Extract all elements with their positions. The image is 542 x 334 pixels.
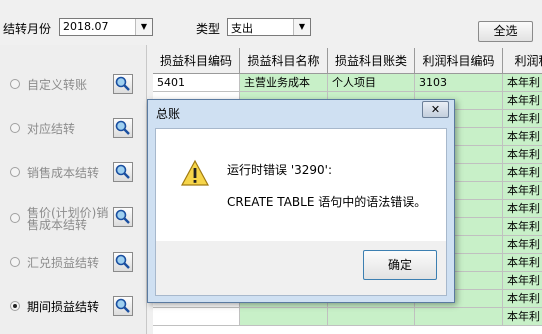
grid-cell[interactable]: 个人项目	[328, 74, 415, 92]
error-message-text: CREATE TABLE 语句中的语法错误。	[227, 195, 427, 209]
ok-button[interactable]: 确定	[363, 250, 437, 280]
close-icon: ✕	[430, 103, 441, 116]
grid-cell[interactable]: 本年利	[503, 128, 542, 146]
magnifier-icon	[115, 209, 130, 224]
chevron-down-icon[interactable]: ▼	[135, 19, 152, 35]
search-button[interactable]	[113, 74, 133, 94]
grid-cell[interactable]: 本年利	[503, 308, 542, 326]
type-combo[interactable]: 支出 ▼	[227, 18, 311, 36]
period-combo[interactable]: 2018.07 ▼	[59, 18, 153, 36]
search-button[interactable]	[113, 296, 133, 316]
grid-cell[interactable]	[240, 308, 328, 326]
grid-cell[interactable]: 本年利	[503, 200, 542, 218]
grid-cell[interactable]: 本年利	[503, 254, 542, 272]
radio-button[interactable]	[10, 213, 20, 223]
radio-button[interactable]	[10, 301, 20, 311]
error-code-text: 运行时错误 '3290':	[227, 163, 332, 177]
period-label: 结转月份	[3, 22, 52, 36]
type-label: 类型	[196, 22, 221, 36]
magnifier-icon	[115, 298, 130, 313]
grid-cell[interactable]: 本年利	[503, 110, 542, 128]
option-label: 期间损益结转	[27, 300, 100, 314]
grid-cell[interactable]	[153, 308, 240, 326]
dialog-footer: 确定	[156, 241, 446, 295]
magnifier-icon	[115, 76, 130, 91]
option-label: 销售成本结转	[27, 166, 100, 180]
grid-cell[interactable]: 3103	[415, 74, 503, 92]
grid-cell[interactable]: 本年利	[503, 164, 542, 182]
radio-button[interactable]	[10, 257, 20, 267]
chevron-down-icon[interactable]: ▼	[293, 19, 310, 35]
dialog-title: 总账	[156, 107, 181, 121]
option-label: 汇兑损益结转	[27, 256, 100, 270]
magnifier-icon	[115, 120, 130, 135]
select-all-button[interactable]: 全选	[478, 21, 533, 42]
magnifier-icon	[115, 254, 130, 269]
search-button[interactable]	[113, 162, 133, 182]
search-button[interactable]	[113, 118, 133, 138]
grid-cell[interactable]: 本年利	[503, 218, 542, 236]
grid-cell[interactable]: 本年利	[503, 182, 542, 200]
column-header[interactable]: 利润科目编码	[415, 48, 503, 74]
search-button[interactable]	[113, 207, 133, 227]
search-button[interactable]	[113, 252, 133, 272]
type-value: 支出	[231, 22, 253, 35]
grid-cell[interactable]	[415, 308, 503, 326]
warning-icon	[180, 159, 210, 186]
transfer-type-panel: 自定义转账 对应结转 销售成本结转 售价(计划价)销售成本结转 汇兑损益结转 期…	[0, 45, 147, 334]
column-header[interactable]: 损益科目账类	[328, 48, 415, 74]
grid-cell[interactable]: 本年利	[503, 74, 542, 92]
radio-button[interactable]	[10, 79, 20, 89]
grid-cell[interactable]: 本年利	[503, 146, 542, 164]
dialog-body: 运行时错误 '3290': CREATE TABLE 语句中的语法错误。 确定	[155, 128, 447, 296]
radio-button[interactable]	[10, 123, 20, 133]
grid-cell[interactable]: 本年利	[503, 92, 542, 110]
column-header[interactable]: 利润科	[503, 48, 542, 74]
grid-cell[interactable]: 本年利	[503, 236, 542, 254]
grid-cell[interactable]: 主营业务成本	[240, 74, 328, 92]
radio-button[interactable]	[10, 167, 20, 177]
period-value: 2018.07	[63, 20, 109, 33]
option-label: 售价(计划价)销售成本结转	[27, 206, 109, 232]
grid-cell[interactable]: 本年利	[503, 272, 542, 290]
column-header[interactable]: 损益科目编码	[153, 48, 240, 74]
option-label: 对应结转	[27, 122, 76, 136]
error-dialog: 总账 ✕ 运行时错误 '3290': CREATE TABLE 语句中的语法错误…	[147, 99, 455, 303]
column-header[interactable]: 损益科目名称	[240, 48, 328, 74]
magnifier-icon	[115, 164, 130, 179]
grid-cell[interactable]: 5401	[153, 74, 240, 92]
option-label: 自定义转账	[27, 78, 88, 92]
grid-cell[interactable]	[328, 308, 415, 326]
close-button[interactable]: ✕	[422, 101, 449, 118]
grid-cell[interactable]: 本年利	[503, 290, 542, 308]
